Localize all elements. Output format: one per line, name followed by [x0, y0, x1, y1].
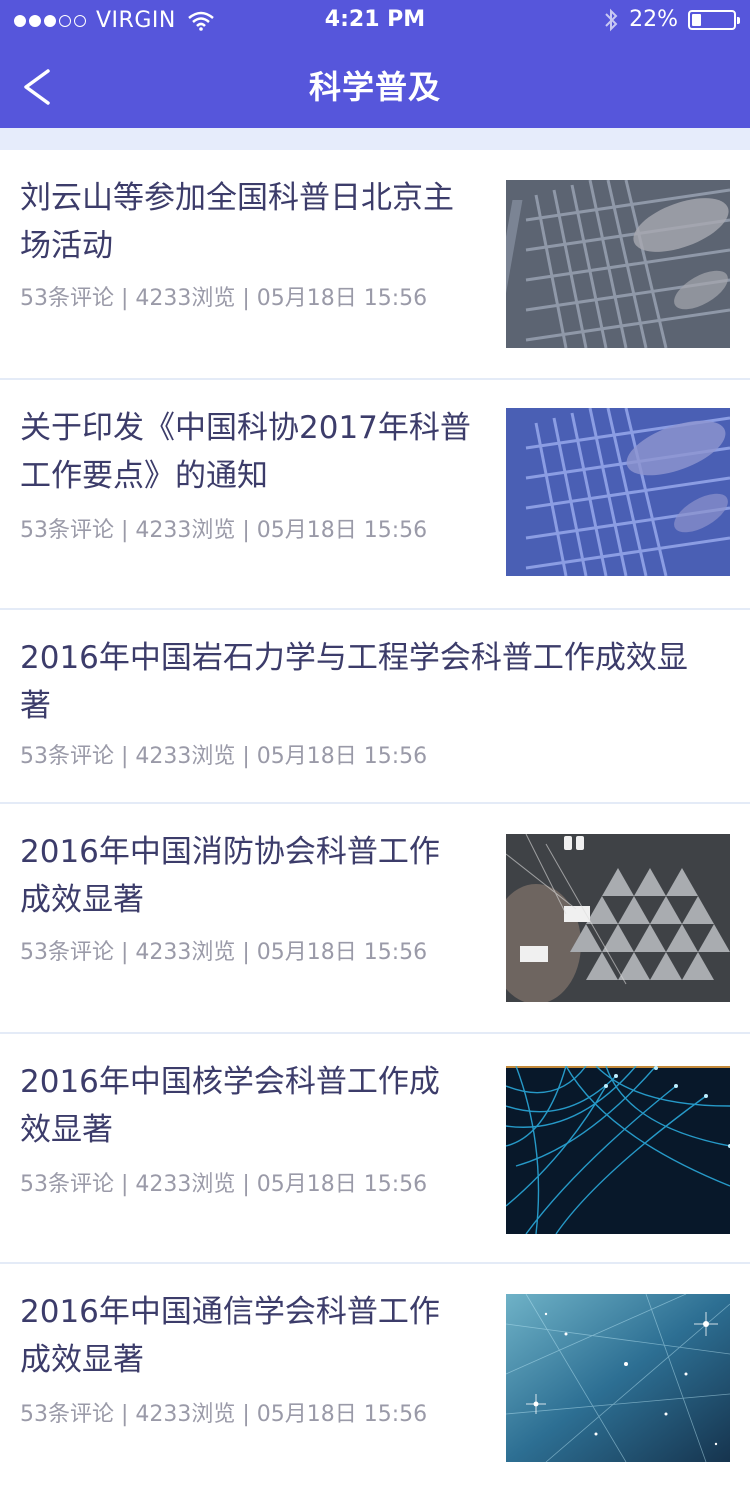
article-thumbnail: [506, 1294, 730, 1462]
list-item[interactable]: 2016年中国消防协会科普工作 成效显著 53条评论 | 4233浏览 | 05…: [0, 804, 750, 1034]
page-title: 科学普及: [308, 68, 441, 106]
battery-icon: [688, 9, 740, 30]
article-title: 2016年中国岩石力学与工程学会科普工作成效显 著: [20, 634, 688, 730]
bluetooth-icon: [605, 8, 618, 31]
battery-fill: [692, 13, 701, 26]
article-list: 刘云山等参加全国科普日北京主 场活动 53条评论 | 4233浏览 | 05月1…: [0, 150, 750, 1492]
article-meta: 53条评论 | 4233浏览 | 05月18日 15:56: [20, 744, 428, 769]
article-meta: 53条评论 | 4233浏览 | 05月18日 15:56: [20, 286, 428, 311]
article-title: 关于印发《中国科协2017年科普 工作要点》的通知: [20, 404, 471, 500]
article-title: 2016年中国消防协会科普工作 成效显著: [20, 828, 440, 924]
article-meta: 53条评论 | 4233浏览 | 05月18日 15:56: [20, 940, 428, 965]
article-title-line: 2016年中国消防协会科普工作: [20, 834, 440, 870]
article-meta: 53条评论 | 4233浏览 | 05月18日 15:56: [20, 1402, 428, 1427]
article-meta: 53条评论 | 4233浏览 | 05月18日 15:56: [20, 518, 428, 543]
article-title-line: 2016年中国核学会科普工作成: [20, 1064, 440, 1100]
article-title-line: 成效显著: [20, 882, 144, 918]
article-thumbnail: [506, 408, 730, 576]
list-item[interactable]: 2016年中国岩石力学与工程学会科普工作成效显 著 53条评论 | 4233浏览…: [0, 610, 750, 804]
article-thumbnail: [506, 1066, 730, 1234]
status-right: 22%: [603, 7, 740, 32]
header-divider: [0, 128, 750, 150]
nav-bar: 科学普及: [0, 40, 750, 128]
article-title-line: 2016年中国岩石力学与工程学会科普工作成效显: [20, 640, 688, 676]
article-title-line: 效显著: [20, 1112, 113, 1148]
article-title-line: 工作要点》的通知: [20, 458, 268, 494]
list-item[interactable]: 2016年中国核学会科普工作成 效显著 53条评论 | 4233浏览 | 05月…: [0, 1034, 750, 1264]
battery-percent: 22%: [629, 7, 678, 32]
article-title-line: 2016年中国通信学会科普工作: [20, 1294, 440, 1330]
article-title-line: 成效显著: [20, 1342, 144, 1378]
list-item[interactable]: 2016年中国通信学会科普工作 成效显著 53条评论 | 4233浏览 | 05…: [0, 1264, 750, 1492]
list-item[interactable]: 关于印发《中国科协2017年科普 工作要点》的通知 53条评论 | 4233浏览…: [0, 380, 750, 610]
list-item[interactable]: 刘云山等参加全国科普日北京主 场活动 53条评论 | 4233浏览 | 05月1…: [0, 150, 750, 380]
article-thumbnail: [506, 834, 730, 1002]
article-title: 2016年中国通信学会科普工作 成效显著: [20, 1288, 440, 1384]
article-title-line: 场活动: [20, 228, 113, 264]
article-thumbnail: [506, 180, 730, 348]
article-title-line: 关于印发《中国科协2017年科普: [20, 410, 471, 446]
status-bar: VIRGIN 4:21 PM 22%: [0, 0, 750, 40]
article-title: 刘云山等参加全国科普日北京主 场活动: [20, 174, 454, 270]
header-bar: VIRGIN 4:21 PM 22% 科学普及: [0, 0, 750, 128]
article-title: 2016年中国核学会科普工作成 效显著: [20, 1058, 440, 1154]
article-meta: 53条评论 | 4233浏览 | 05月18日 15:56: [20, 1172, 428, 1197]
article-title-line: 著: [20, 688, 51, 724]
article-title-line: 刘云山等参加全国科普日北京主: [20, 180, 454, 216]
